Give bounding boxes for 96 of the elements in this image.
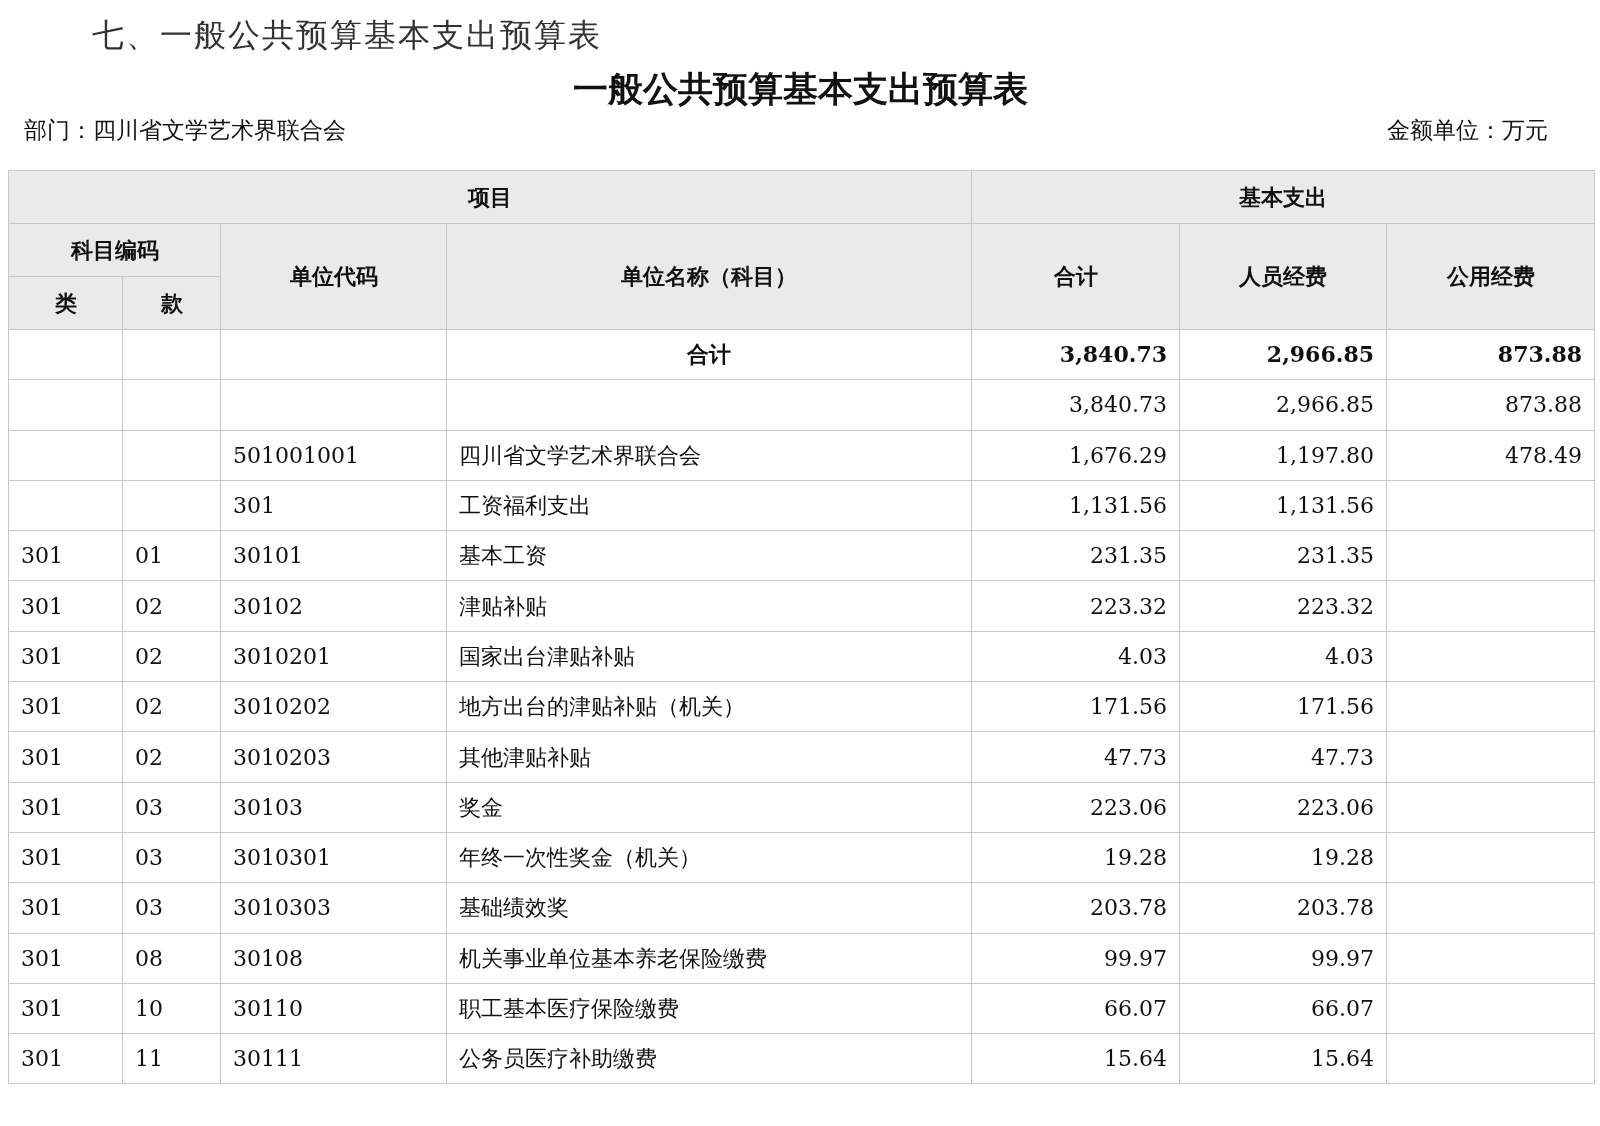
amount-text: 231.35	[1297, 543, 1374, 569]
amount-text: 223.32	[1297, 593, 1374, 619]
amount-text: 223.32	[1090, 593, 1167, 619]
amount-text: 3,840.73	[1059, 341, 1167, 368]
name-text: 职工基本医疗保险缴费	[459, 996, 679, 1021]
code-text: 301	[21, 794, 63, 820]
code-text: 03	[135, 794, 163, 820]
code-text: 3010201	[233, 643, 331, 669]
code-text: 3010203	[233, 744, 331, 770]
amount-text: 66.07	[1104, 996, 1167, 1021]
code-text: 301	[233, 493, 275, 519]
column-header: 款	[122, 276, 221, 330]
code-text: 301	[21, 694, 63, 720]
code-text: 10	[135, 996, 163, 1021]
amount-text: 19.28	[1311, 845, 1374, 871]
unit-label: 金额单位：万元	[1387, 116, 1548, 145]
code-text: 301	[21, 996, 63, 1021]
code-text: 01	[135, 543, 163, 569]
amount-text: 1,197.80	[1276, 442, 1374, 468]
code-text: 301	[21, 945, 63, 971]
code-text: 301	[21, 543, 63, 569]
amount-text: 203.78	[1297, 895, 1374, 921]
name-text: 合计	[687, 341, 731, 368]
code-text: 301	[21, 895, 63, 921]
column-header: 类	[8, 276, 123, 330]
column-header: 单位代码	[220, 223, 447, 330]
name-text: 公务员医疗补助缴费	[459, 1046, 657, 1072]
column-header: 科目编码	[8, 223, 221, 277]
code-text: 08	[135, 945, 163, 971]
code-text: 30102	[233, 593, 303, 619]
name-text: 国家出台津贴补贴	[459, 643, 635, 669]
name-text: 其他津贴补贴	[459, 744, 591, 770]
amount-text: 15.64	[1311, 1046, 1374, 1072]
amount-text: 223.06	[1297, 794, 1374, 820]
amount-text: 873.88	[1505, 392, 1583, 418]
amount-text: 19.28	[1104, 845, 1167, 871]
amount-text: 4.03	[1325, 643, 1374, 669]
amount-text: 2,966.85	[1266, 341, 1374, 368]
column-header: 基本支出	[971, 170, 1595, 224]
amount-text: 99.97	[1311, 945, 1374, 971]
code-text: 3010301	[233, 845, 331, 871]
column-header: 公用经费	[1386, 223, 1595, 330]
name-text: 基础绩效奖	[459, 895, 569, 921]
code-text: 301	[21, 744, 63, 770]
code-text: 301	[21, 593, 63, 619]
name-text: 机关事业单位基本养老保险缴费	[459, 945, 767, 971]
code-text: 3010202	[233, 694, 331, 720]
name-text: 工资福利支出	[459, 493, 591, 519]
code-text: 02	[135, 593, 163, 619]
code-text: 02	[135, 694, 163, 720]
amount-text: 223.06	[1090, 794, 1167, 820]
section-heading: 七、一般公共预算基本支出预算表	[92, 15, 603, 56]
column-header: 单位名称（科目）	[446, 223, 972, 330]
name-text: 奖金	[459, 794, 503, 820]
amount-text: 1,131.56	[1069, 493, 1167, 519]
amount-text: 203.78	[1090, 895, 1167, 921]
amount-text: 171.56	[1090, 694, 1167, 720]
column-header: 项目	[8, 170, 972, 224]
code-text: 30108	[233, 945, 303, 971]
code-text: 11	[135, 1046, 163, 1072]
name-text: 四川省文学艺术界联合会	[459, 442, 701, 468]
code-text: 301	[21, 845, 63, 871]
amount-text: 3,840.73	[1069, 392, 1167, 418]
table-title: 一般公共预算基本支出预算表	[571, 67, 1029, 111]
code-text: 30110	[233, 996, 303, 1021]
name-text: 基本工资	[459, 543, 547, 569]
code-text: 30111	[233, 1046, 303, 1072]
name-text: 地方出台的津贴补贴（机关）	[459, 694, 745, 720]
code-text: 03	[135, 895, 163, 921]
code-text: 30101	[233, 543, 303, 569]
amount-text: 47.73	[1104, 744, 1167, 770]
amount-text: 873.88	[1497, 341, 1583, 368]
code-text: 501001001	[233, 442, 359, 468]
code-text: 02	[135, 643, 163, 669]
name-text: 津贴补贴	[459, 593, 547, 619]
code-text: 3010303	[233, 895, 331, 921]
department-label: 部门：四川省文学艺术界联合会	[24, 116, 346, 145]
amount-text: 2,966.85	[1276, 392, 1374, 418]
amount-text: 4.03	[1118, 643, 1167, 669]
column-header: 合计	[971, 223, 1180, 330]
amount-text: 1,131.56	[1276, 493, 1374, 519]
amount-text: 15.64	[1104, 1046, 1167, 1072]
amount-text: 231.35	[1090, 543, 1167, 569]
amount-text: 99.97	[1104, 945, 1167, 971]
code-text: 301	[21, 643, 63, 669]
amount-text: 478.49	[1505, 442, 1583, 468]
code-text: 30103	[233, 794, 303, 820]
code-text: 02	[135, 744, 163, 770]
name-text: 年终一次性奖金（机关）	[459, 845, 701, 871]
code-text: 301	[21, 1046, 63, 1072]
amount-text: 47.73	[1311, 744, 1374, 770]
amount-text: 171.56	[1297, 694, 1374, 720]
column-header: 人员经费	[1179, 223, 1387, 330]
amount-text: 66.07	[1311, 996, 1374, 1021]
amount-text: 1,676.29	[1069, 442, 1167, 468]
code-text: 03	[135, 845, 163, 871]
